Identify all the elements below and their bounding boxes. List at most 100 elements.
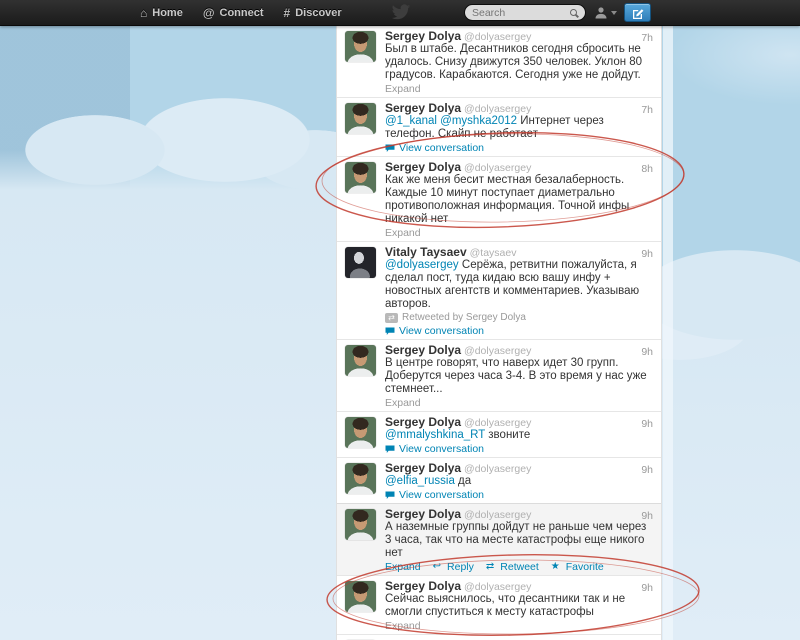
tweet[interactable]: 9h Sergey Dolya @dolyasergey А наземные г…	[337, 503, 661, 576]
speech-bubble-icon	[385, 327, 395, 335]
timeline-scrollbar[interactable]	[663, 26, 673, 640]
search-input[interactable]	[472, 6, 570, 19]
favorite-button[interactable]: ★ Favorite	[551, 561, 604, 573]
tweet-link[interactable]: @dolyasergey	[385, 259, 459, 271]
tweet-link[interactable]: @myshka2012	[440, 115, 517, 127]
expand-link[interactable]: Expand	[385, 620, 421, 632]
tweet[interactable]: 8h Sergey Dolya @dolyasergey Как же меня …	[337, 157, 661, 242]
tweet-link[interactable]: @mmalyshkina_RT	[385, 429, 485, 441]
avatar[interactable]	[345, 509, 376, 540]
tweet-author-name[interactable]: Sergey Dolya	[385, 416, 461, 429]
tweet-author-name[interactable]: Sergey Dolya	[385, 462, 461, 475]
reply-button[interactable]: ↩ Reply	[433, 561, 474, 573]
tweet[interactable]: 9h Vitaly Taysaev @taysaev @dolyasergey С…	[337, 242, 661, 340]
tweet-author-name[interactable]: Vitaly Taysaev	[385, 246, 467, 259]
tweet-link[interactable]: @elfia_russia	[385, 475, 455, 487]
tweet-author-name[interactable]: Sergey Dolya	[385, 30, 461, 43]
tweet-text: Как же меня бесит местная безалаберность…	[385, 174, 630, 225]
tweet-author-handle[interactable]: @dolyasergey	[464, 463, 531, 475]
avatar[interactable]	[345, 417, 376, 448]
view-conversation-link[interactable]: View conversation	[385, 325, 484, 337]
tweet-text: @dolyasergey Серёжа, ретвитни пожалуйста…	[385, 259, 640, 310]
tweet[interactable]: 7h Sergey Dolya @dolyasergey Был в штабе.…	[337, 26, 661, 98]
chevron-down-icon	[611, 10, 617, 15]
avatar[interactable]	[345, 463, 376, 494]
tweet-text: Сейчас выяснилось, что десантники так и …	[385, 593, 626, 618]
tweet[interactable]: 9h Sergey Dolya@dolyasergey В ситуационн…	[337, 635, 661, 640]
nav-discover[interactable]: # Discover	[284, 7, 342, 19]
tweet[interactable]: 7h Sergey Dolya @dolyasergey @1_kanal @my…	[337, 98, 661, 157]
retweet-icon: ⇄	[485, 561, 495, 572]
tweet-author-handle[interactable]: @dolyasergey	[464, 345, 531, 357]
view-conversation-link[interactable]: View conversation	[385, 443, 484, 455]
tweet-header: Vitaly Taysaev @taysaev	[385, 246, 653, 259]
tweet-timestamp[interactable]: 9h	[641, 248, 653, 260]
avatar[interactable]	[345, 581, 376, 612]
expand-link[interactable]: Expand	[385, 83, 421, 95]
tweet-timestamp[interactable]: 8h	[641, 163, 653, 175]
tweet-author-name[interactable]: Sergey Dolya	[385, 102, 461, 115]
hashtag-icon: #	[283, 5, 291, 20]
tweet-timestamp[interactable]: 9h	[641, 418, 653, 430]
nav-connect-label: Connect	[219, 6, 264, 19]
tweet[interactable]: 9h Sergey Dolya @dolyasergey Сейчас выясн…	[337, 576, 661, 635]
tweet-header: Sergey Dolya@dolyasergey	[385, 580, 653, 593]
retweeted-by: ⇄ Retweeted by Sergey Dolya	[385, 311, 653, 324]
tweet-footer: Expand	[385, 227, 653, 239]
tweet-author-handle[interactable]: @dolyasergey	[464, 581, 531, 593]
tweet-footer: View conversation	[385, 142, 653, 154]
expand-link[interactable]: Expand	[385, 561, 421, 573]
tweet-author-handle[interactable]: @dolyasergey	[464, 31, 531, 43]
tweet-author-name[interactable]: Sergey Dolya	[385, 161, 461, 174]
profile-silhouette-icon	[595, 7, 607, 19]
tweet-timestamp[interactable]: 9h	[641, 464, 653, 476]
tweet-author-handle[interactable]: @dolyasergey	[464, 417, 531, 429]
tweet-text: @mmalyshkina_RT звоните	[385, 429, 531, 441]
tweet-text: @1_kanal @myshka2012 Интернет через теле…	[385, 115, 604, 140]
twitter-bird-icon[interactable]	[391, 4, 411, 26]
navbar-menu: ⌂ Home @ Connect # Discover	[140, 7, 342, 19]
top-navbar: ⌂ Home @ Connect # Discover	[0, 0, 800, 26]
tweet-footer: View conversation	[385, 325, 653, 337]
tweet[interactable]: 9h Sergey Dolya @dolyasergey @elfia_russi…	[337, 458, 661, 504]
expand-link[interactable]: Expand	[385, 227, 421, 239]
nav-connect[interactable]: @ Connect	[203, 7, 264, 19]
tweet[interactable]: 9h Sergey Dolya @dolyasergey В центре гов…	[337, 340, 661, 412]
avatar[interactable]	[345, 162, 376, 193]
tweet-footer: Expand	[385, 83, 653, 95]
nav-home[interactable]: ⌂ Home	[140, 7, 183, 19]
tweet-text: @elfia_russia да	[385, 475, 472, 487]
tweet-header: Sergey Dolya@dolyasergey	[385, 462, 653, 475]
compose-tweet-button[interactable]	[624, 3, 651, 22]
profile-menu-button[interactable]	[594, 6, 617, 19]
tweet-author-handle[interactable]: @dolyasergey	[464, 103, 531, 115]
tweet-timestamp[interactable]: 7h	[641, 104, 653, 116]
tweet-author-name[interactable]: Sergey Dolya	[385, 508, 461, 521]
tweet-timestamp[interactable]: 9h	[641, 510, 653, 522]
tweet-author-handle[interactable]: @dolyasergey	[464, 162, 531, 174]
reply-icon: ↩	[432, 561, 442, 572]
avatar[interactable]	[345, 345, 376, 376]
speech-bubble-icon	[385, 445, 395, 453]
tweet-link[interactable]: @1_kanal	[385, 115, 437, 127]
search-box	[464, 4, 586, 21]
at-sign-icon: @	[202, 5, 215, 20]
retweet-button[interactable]: ⇄ Retweet	[486, 561, 539, 573]
expand-link[interactable]: Expand	[385, 397, 421, 409]
tweet-author-name[interactable]: Sergey Dolya	[385, 344, 461, 357]
favorite-icon: ★	[550, 561, 560, 572]
tweet-timestamp[interactable]: 9h	[641, 346, 653, 358]
tweet-footer: Expand	[385, 620, 653, 632]
tweet-author-handle[interactable]: @taysaev	[470, 247, 517, 259]
tweet-author-handle[interactable]: @dolyasergey	[464, 509, 531, 521]
tweet-author-name[interactable]: Sergey Dolya	[385, 580, 461, 593]
view-conversation-link[interactable]: View conversation	[385, 489, 484, 501]
avatar[interactable]	[345, 103, 376, 134]
view-conversation-link[interactable]: View conversation	[385, 142, 484, 154]
avatar[interactable]	[345, 247, 376, 278]
tweet[interactable]: 9h Sergey Dolya @dolyasergey @mmalyshkina…	[337, 412, 661, 458]
avatar[interactable]	[345, 31, 376, 62]
tweet-timestamp[interactable]: 7h	[641, 32, 653, 44]
tweet-timestamp[interactable]: 9h	[641, 582, 653, 594]
search-icon[interactable]	[570, 8, 578, 17]
